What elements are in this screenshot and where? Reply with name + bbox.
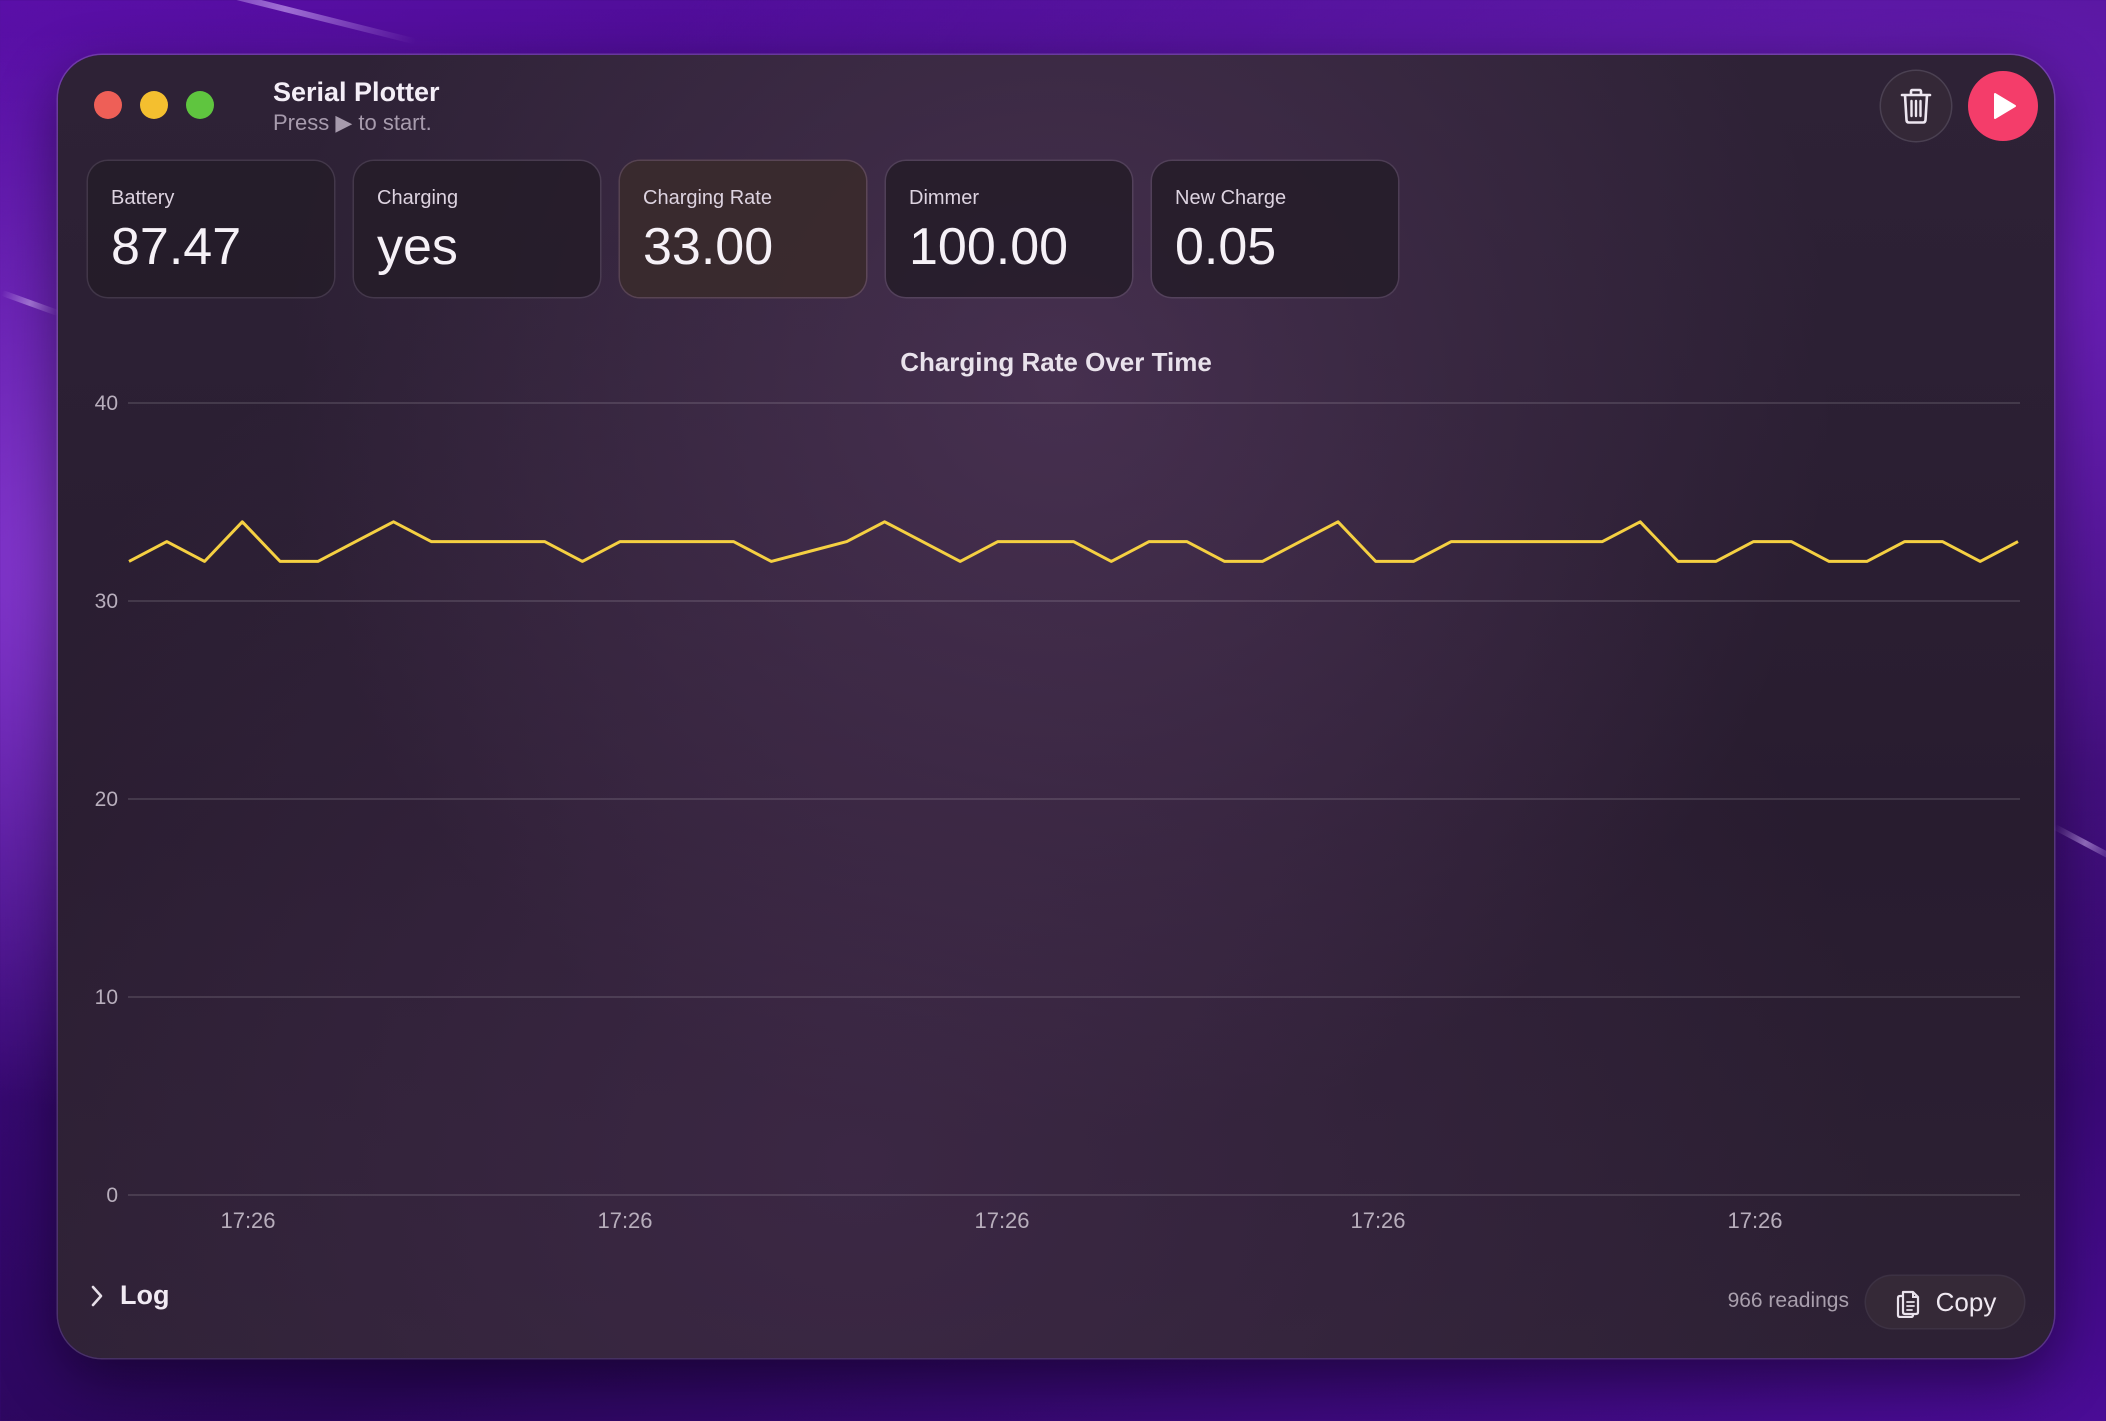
wallpaper-streak: [153, 0, 417, 45]
wallpaper-streak: [2052, 823, 2106, 863]
copy-button[interactable]: Copy: [1866, 1276, 2024, 1328]
y-tick-label: 30: [95, 590, 118, 613]
log-label: Log: [120, 1280, 170, 1310]
wallpaper-streak: [0, 289, 60, 317]
x-tick-label: 17:26: [220, 1208, 275, 1233]
y-tick-label: 0: [106, 1184, 118, 1207]
x-tick-label: 17:26: [1727, 1208, 1782, 1233]
copy-label: Copy: [1935, 1286, 1997, 1317]
series-line-charging-rate: [128, 520, 2019, 563]
y-tick-label: 10: [95, 986, 118, 1009]
log-disclosure[interactable]: Log: [88, 1280, 169, 1311]
x-tick-label: 17:26: [1350, 1208, 1405, 1233]
line-chart: 0 10 20 30 40 17:26 17:26 17:26 17:26 17:26: [95, 392, 2020, 1233]
x-tick-label: 17:26: [597, 1208, 652, 1233]
y-tick-label: 20: [95, 788, 118, 811]
readings-count: 966 readings: [1727, 1289, 1849, 1312]
y-tick-label: 40: [95, 392, 118, 415]
serial-plotter-window: Serial Plotter Press ▶ to start. Battery…: [58, 55, 2054, 1358]
copy-icon: [1896, 1290, 1919, 1318]
x-tick-label: 17:26: [974, 1208, 1029, 1233]
chevron-right-icon: [91, 1285, 103, 1306]
